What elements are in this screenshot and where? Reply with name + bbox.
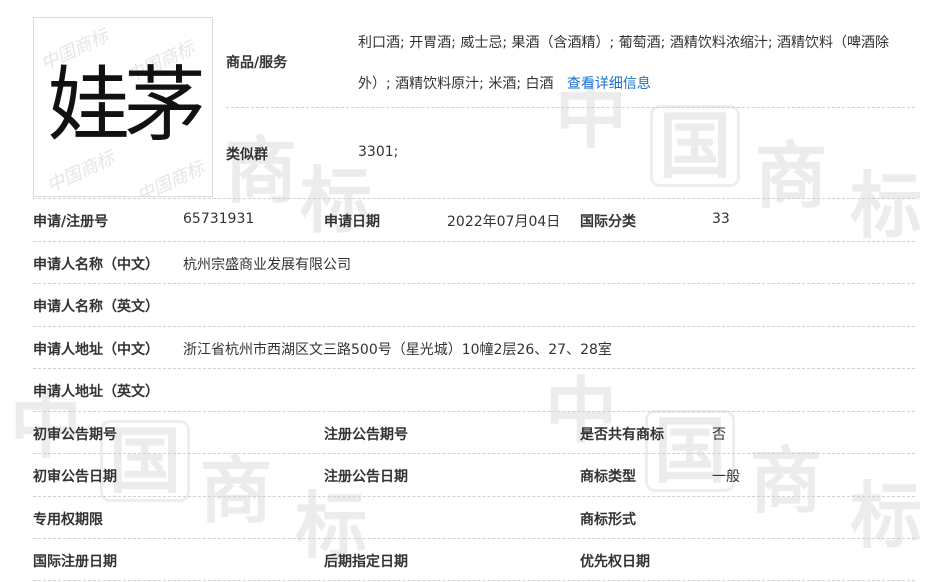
applicant-addr-cn-value: 浙江省杭州市西湖区文三路500号（星光城）10幢2层26、27、28室 <box>183 342 612 358</box>
applicant-name-cn-label: 申请人名称（中文） <box>33 257 159 273</box>
divider <box>33 496 915 497</box>
image-watermark: 中国商标 <box>133 157 208 197</box>
divider <box>33 453 915 454</box>
intl-class-value: 33 <box>712 211 730 227</box>
watermark-char: 标 <box>850 473 923 558</box>
trademark-type-value: 一般 <box>712 469 740 485</box>
trademark-name: 娃茅 <box>47 58 206 153</box>
divider <box>33 411 915 412</box>
applicant-name-en-label: 申请人名称（英文） <box>33 299 159 315</box>
shared-trademark-label: 是否共有商标 <box>580 427 664 443</box>
watermark-char: 商 <box>755 133 828 218</box>
applicant-addr-en-label: 申请人地址（英文） <box>33 384 159 400</box>
divider <box>33 241 915 242</box>
reg-pub-no-label: 注册公告期号 <box>324 427 408 443</box>
prelim-pub-no-label: 初审公告期号 <box>33 427 117 443</box>
divider <box>33 326 915 327</box>
divider <box>33 198 915 199</box>
registration-no-label: 申请/注册号 <box>33 214 109 230</box>
divider <box>33 368 915 369</box>
applicant-name-cn-value: 杭州宗盛商业发展有限公司 <box>183 257 351 273</box>
divider <box>226 107 915 108</box>
application-date-label: 申请日期 <box>324 214 380 230</box>
registration-no-value: 65731931 <box>183 211 255 227</box>
reg-pub-date-label: 注册公告日期 <box>324 469 408 485</box>
prelim-pub-date-label: 初审公告日期 <box>33 469 117 485</box>
watermark-char: 国 <box>650 105 741 187</box>
later-designation-date-label: 后期指定日期 <box>324 554 408 570</box>
watermark-char: 商 <box>200 448 273 533</box>
priority-date-label: 优先权日期 <box>580 554 650 570</box>
goods-services-line1: 利口酒; 开胃酒; 威士忌; 果酒（含酒精）; 葡萄酒; 酒精饮料浓缩汁; 酒精… <box>358 35 889 51</box>
similar-group-value: 3301; <box>358 144 399 160</box>
trademark-image: 中国商标 中国商标 中国商标 中国商标 娃茅 <box>33 17 213 197</box>
watermark-char: 标 <box>850 163 923 248</box>
divider <box>33 283 915 284</box>
trademark-type-label: 商标类型 <box>580 469 636 485</box>
intl-reg-date-label: 国际注册日期 <box>33 554 117 570</box>
view-details-link[interactable]: 查看详细信息 <box>567 76 651 92</box>
goods-services-label: 商品/服务 <box>226 55 288 71</box>
intl-class-label: 国际分类 <box>580 214 636 230</box>
shared-trademark-value: 否 <box>712 427 726 443</box>
similar-group-label: 类似群 <box>226 147 268 163</box>
divider <box>33 538 915 539</box>
watermark-char: 商 <box>750 438 823 523</box>
goods-services-line2: 外）; 酒精饮料原汁; 米酒; 白酒 查看详细信息 <box>358 73 651 93</box>
applicant-addr-cn-label: 申请人地址（中文） <box>33 342 159 358</box>
goods-services-text: 外）; 酒精饮料原汁; 米酒; 白酒 <box>358 76 554 92</box>
trademark-form-label: 商标形式 <box>580 512 636 528</box>
exclusive-period-label: 专用权期限 <box>33 512 103 528</box>
application-date-value: 2022年07月04日 <box>447 214 561 230</box>
divider <box>33 580 915 581</box>
